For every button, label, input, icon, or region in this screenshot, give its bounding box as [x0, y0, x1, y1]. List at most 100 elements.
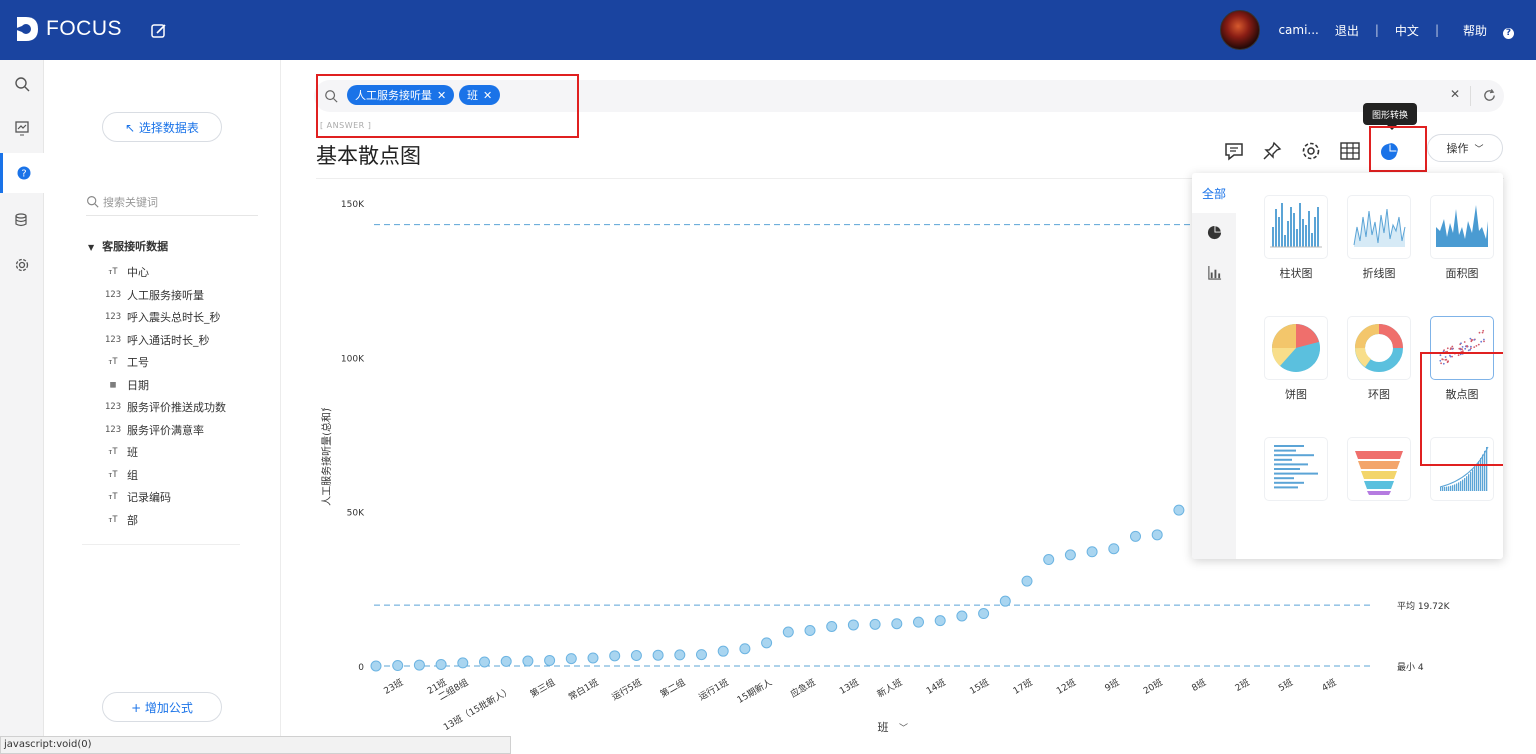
x-tick-label: 2班 [1233, 676, 1252, 694]
field-label: 服务评价满意率 [127, 423, 204, 437]
chart-option[interactable] [1264, 316, 1328, 380]
x-tick-label: 14班 [924, 676, 948, 697]
field-item[interactable]: 123 服务评价满意率 [104, 419, 226, 442]
tab-all[interactable]: 全部 [1192, 173, 1236, 213]
highlight-box [1420, 352, 1503, 466]
text-type-icon: ⲧT [108, 469, 118, 480]
rail-search[interactable] [0, 64, 44, 104]
field-label: 班 [127, 446, 138, 460]
field-item[interactable]: ⲧT 组 [104, 464, 226, 487]
data-point [435, 658, 447, 670]
data-point [717, 645, 729, 657]
chart-option[interactable] [1264, 437, 1328, 501]
data-point [674, 649, 686, 661]
search-placeholder: 搜索关键词 [103, 195, 158, 209]
field-item[interactable]: ▦ 日期 [104, 374, 226, 397]
brand-logo[interactable]: FOCUS [14, 14, 122, 44]
data-point [826, 620, 838, 632]
field-label: 日期 [127, 378, 149, 392]
text-type-icon: ⲧT [108, 357, 118, 368]
data-point [1151, 529, 1163, 541]
logout-link[interactable]: 退出 [1335, 22, 1359, 39]
rail-question[interactable]: ? [0, 153, 44, 193]
search-icon [15, 77, 30, 92]
pie-chart-icon [1271, 324, 1320, 372]
data-point [1173, 504, 1185, 516]
data-point [1021, 575, 1033, 587]
divider: | [1434, 23, 1439, 37]
field-item[interactable]: ⲧT 记录编码 [104, 486, 226, 509]
x-tick-label: 17班 [1011, 676, 1035, 697]
username[interactable]: cami... [1278, 23, 1318, 37]
panel-categories: 全部 [1192, 173, 1236, 559]
field-item[interactable]: 123 呼入通话时长_秒 [104, 329, 226, 352]
field-label: 服务评价推送成功数 [127, 401, 226, 415]
help-link[interactable]: 帮助? [1455, 22, 1522, 39]
dashboard-icon [15, 121, 29, 136]
data-point [891, 618, 903, 630]
field-item[interactable]: 123 呼入震头总时长_秒 [104, 306, 226, 329]
field-item[interactable]: 123 服务评价推送成功数 [104, 396, 226, 419]
data-point [370, 660, 382, 672]
x-tick-label: 9班 [1103, 676, 1122, 694]
avatar[interactable] [1220, 10, 1261, 50]
data-point [457, 657, 469, 669]
divider [82, 544, 240, 545]
text-type-icon: ⲧT [108, 492, 118, 503]
number-type-icon: 123 [104, 424, 122, 435]
x-tick-label: 运行1班 [696, 676, 730, 703]
bar-chart-icon [1270, 203, 1322, 248]
x-tick-label: 第三组 [528, 676, 557, 700]
add-formula-button[interactable]: + 增加公式 [102, 692, 222, 722]
language-switch[interactable]: 中文 [1395, 22, 1419, 39]
number-type-icon: 123 [104, 334, 122, 345]
bar-category-icon[interactable] [1207, 265, 1222, 280]
field-item[interactable]: ⲧT 部 [104, 509, 226, 532]
x-tick-label: 4班 [1320, 676, 1339, 694]
help-icon: ? [1503, 27, 1514, 39]
x-tick-label: 15班 [967, 676, 991, 697]
pie-category-icon[interactable] [1207, 225, 1222, 240]
chevron-down-icon: ﹀ [899, 723, 908, 734]
data-point [934, 615, 946, 627]
rail-settings[interactable] [0, 245, 44, 285]
data-point [392, 660, 404, 672]
field-item[interactable]: ⲧT 中心 [104, 261, 226, 284]
chart-option[interactable] [1347, 195, 1411, 259]
number-type-icon: 123 [104, 402, 122, 413]
x-tick-label: 应急班 [788, 676, 817, 700]
field-search-input[interactable]: 搜索关键词 [86, 188, 258, 216]
data-point [1064, 549, 1076, 561]
table-node[interactable]: ▼ 客服接听数据 [88, 238, 168, 254]
data-point [479, 656, 490, 668]
field-item[interactable]: ⲧT 班 [104, 441, 226, 464]
chart-option[interactable] [1264, 195, 1328, 259]
user-area: cami... 退出 | 中文 | 帮助? [1220, 0, 1536, 60]
chart-option-label: 面积图 [1445, 267, 1479, 280]
y-tick-label: 0 [358, 663, 364, 673]
field-item[interactable]: 123 人工服务接听量 [104, 284, 226, 307]
rail-dashboard[interactable] [0, 108, 44, 148]
chart-type-panel: 全部 柱状图 折线图 面积图 饼图 环图 散点图 [1192, 173, 1503, 559]
x-axis-label: 班 [878, 721, 889, 734]
data-point [956, 610, 968, 622]
data-point [978, 608, 990, 620]
focus-logo-icon [14, 17, 38, 41]
chart-option[interactable] [1347, 316, 1411, 380]
text-type-icon: ⲧT [108, 514, 118, 525]
y-tick-label: 50K [347, 509, 365, 519]
y-axis-label: 人工服务接听量(总和) [320, 408, 333, 506]
field-label: 人工服务接听量 [127, 288, 204, 302]
nav-rail: ? [0, 60, 44, 754]
chart-option[interactable] [1347, 437, 1411, 501]
chart-option[interactable] [1430, 195, 1494, 259]
x-tick-label: 常白1班 [566, 676, 600, 703]
data-point [804, 625, 816, 637]
edit-icon[interactable] [150, 22, 168, 40]
number-type-icon: 123 [104, 289, 122, 300]
field-item[interactable]: ⲧT 工号 [104, 351, 226, 374]
select-table-button[interactable]: ↖ 选择数据表 [102, 112, 222, 142]
field-label: 部 [127, 513, 138, 527]
rail-data[interactable] [0, 200, 44, 240]
help-label: 帮助 [1462, 23, 1487, 38]
